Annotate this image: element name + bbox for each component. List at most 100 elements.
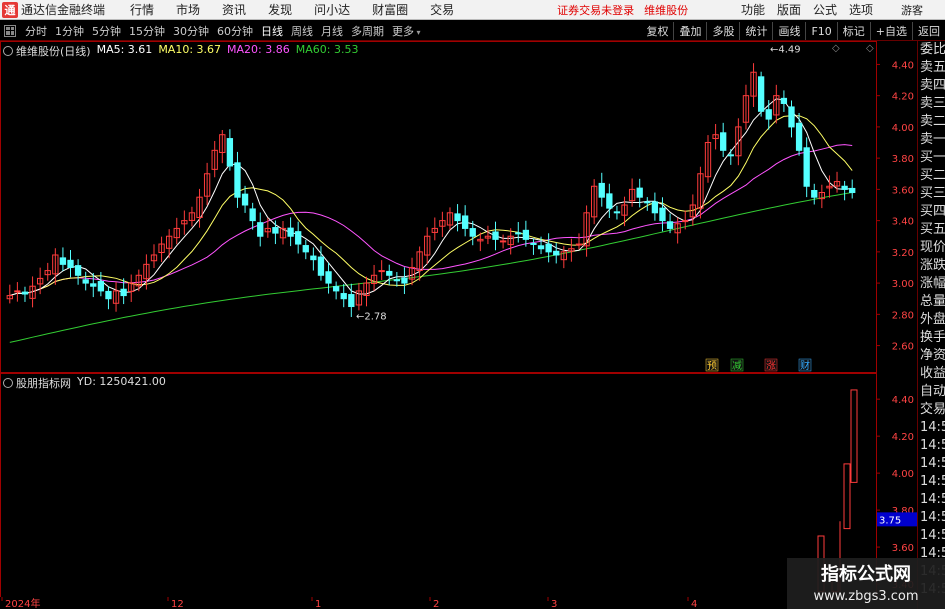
current-value-label: 3.75 (879, 515, 901, 526)
indicator-bar-2 (843, 463, 851, 530)
ma60-line (9, 192, 853, 343)
side-item-26: 14:56 (920, 510, 945, 525)
candle-body-49 (378, 270, 385, 273)
diamond-icon-2: ◇ (866, 43, 874, 54)
f10-button[interactable]: F10 (805, 22, 836, 40)
main-ytick-label-1: 4.20 (892, 92, 914, 103)
settings-circle-icon[interactable] (3, 46, 13, 56)
menu-news[interactable]: 资讯 (211, 1, 257, 18)
app-logo-icon: 通 (2, 1, 18, 18)
draw-line-button[interactable]: 画线 (772, 22, 805, 40)
candle-body-40 (310, 255, 317, 261)
side-item-9: 买四 (920, 204, 945, 219)
candle-body-64 (492, 231, 499, 240)
ma10-label: MA10: 3.67 (158, 43, 222, 56)
time-label-1: 12 (171, 599, 184, 609)
sub-chart-frame (0, 373, 877, 597)
candle-body-43 (332, 286, 340, 292)
menu-options[interactable]: 选项 (843, 1, 879, 18)
side-item-17: 净资 (920, 348, 945, 363)
login-notice[interactable]: 证券交易未登录 (557, 2, 634, 18)
side-item-10: 买五 (920, 222, 945, 237)
candle-body-50 (386, 270, 393, 276)
side-item-1: 卖五 (920, 60, 945, 75)
side-item-16: 换手 (920, 330, 945, 345)
candle-body-1 (14, 290, 21, 293)
period-60min[interactable]: 60分钟 (213, 23, 257, 39)
candle-body-39 (302, 245, 309, 253)
period-multi[interactable]: 多周期 (347, 23, 388, 39)
event-mark-2: 涨 (766, 360, 776, 372)
side-item-12: 涨跌 (920, 258, 945, 273)
chart-toolbar-right: 复权 叠加 多股 统计 画线 F10 标记 +自选 返回 (641, 22, 945, 40)
candle-body-65 (499, 240, 507, 243)
period-intraday[interactable]: 分时 (21, 23, 51, 39)
sub-ytick-label-0: 4.40 (892, 395, 914, 406)
menu-market[interactable]: 市场 (165, 1, 211, 18)
sub-ytick-label-4: 3.60 (892, 543, 914, 554)
main-ytick-label-3: 3.80 (892, 154, 914, 165)
candle-body-11 (90, 283, 97, 287)
candle-body-7 (59, 257, 67, 265)
title-bar: 通 通达信金融终端 行情 市场 资讯 发现 问小达 财富圈 交易 证券交易未登录… (0, 0, 945, 20)
back-button[interactable]: 返回 (912, 22, 945, 40)
side-item-23: 14:56 (920, 456, 945, 471)
side-item-4: 卖二 (920, 114, 945, 129)
period-more[interactable]: 更多 (388, 23, 425, 39)
menu-formula[interactable]: 公式 (807, 1, 843, 18)
watermark-badge: 指标公式网 www.zbgs3.com (787, 558, 945, 609)
guest-label[interactable]: 游客 (901, 2, 923, 18)
candle-body-69 (530, 242, 537, 245)
adjust-button[interactable]: 复权 (641, 22, 673, 40)
candle-body-42 (325, 271, 332, 284)
period-15min[interactable]: 15分钟 (125, 23, 169, 39)
menu-ask[interactable]: 问小达 (303, 1, 361, 18)
multi-stock-button[interactable]: 多股 (706, 22, 739, 40)
indicator-legend: 股朋指标网 YD: 1250421.00 (3, 375, 166, 391)
side-item-8: 买三 (920, 186, 945, 201)
side-item-22: 14:56 (920, 438, 945, 453)
candle-body-80 (613, 211, 621, 214)
grid-menu-icon[interactable] (4, 24, 16, 37)
candle-body-103 (788, 106, 795, 128)
indicator-chart[interactable]: 4.404.204.003.803.603.403.75 (0, 373, 917, 597)
menu-wealth[interactable]: 财富圈 (361, 1, 419, 18)
menu-trade[interactable]: 交易 (419, 1, 465, 18)
period-monthly[interactable]: 月线 (317, 23, 347, 39)
ma20-label: MA20: 3.86 (227, 43, 290, 56)
period-daily[interactable]: 日线 (257, 23, 287, 39)
low-annotation: ←2.78 (356, 311, 387, 322)
overlay-button[interactable]: 叠加 (673, 22, 706, 40)
main-ytick-label-0: 4.40 (892, 60, 914, 71)
side-item-2: 卖四 (920, 78, 945, 93)
candle-body-94 (720, 132, 727, 151)
main-kline-chart[interactable]: 4.40 4.20 4.00 3.80 3.60 3.40 3.20 3.00 2.80 2.60… (0, 41, 917, 373)
candle-body-35 (272, 227, 279, 234)
period-weekly[interactable]: 周线 (287, 23, 317, 39)
period-5min[interactable]: 5分钟 (88, 23, 125, 39)
ma60-label: MA60: 3.53 (295, 43, 359, 56)
candle-body-45 (348, 294, 355, 308)
mark-button[interactable]: 标记 (836, 22, 870, 40)
menu-discover[interactable]: 发现 (257, 1, 303, 18)
candle-body-68 (522, 229, 530, 240)
period-30min[interactable]: 30分钟 (169, 23, 213, 39)
menu-quotes[interactable]: 行情 (119, 1, 165, 18)
indicator-value-label: YD: 1250421.00 (77, 375, 166, 388)
indicator-settings-icon[interactable] (3, 378, 13, 388)
main-ytick-label-9: 2.60 (892, 342, 914, 353)
main-ytick-label-4: 3.60 (892, 185, 914, 196)
statistics-button[interactable]: 统计 (739, 22, 772, 40)
menu-function[interactable]: 功能 (735, 1, 771, 18)
ma5-label: MA5: 3.61 (96, 43, 153, 56)
time-label-3: 2 (433, 599, 439, 609)
candle-body-30 (234, 162, 241, 198)
add-watchlist-button[interactable]: +自选 (869, 22, 912, 40)
candle-body-84 (644, 201, 651, 204)
side-item-19: 自动 (920, 384, 945, 399)
menu-layout[interactable]: 版面 (771, 1, 807, 18)
candle-body-38 (295, 231, 302, 245)
stock-name-label: 维维股份(日线) (3, 43, 91, 59)
period-1min[interactable]: 1分钟 (51, 23, 88, 39)
candle-body-10 (82, 279, 89, 284)
